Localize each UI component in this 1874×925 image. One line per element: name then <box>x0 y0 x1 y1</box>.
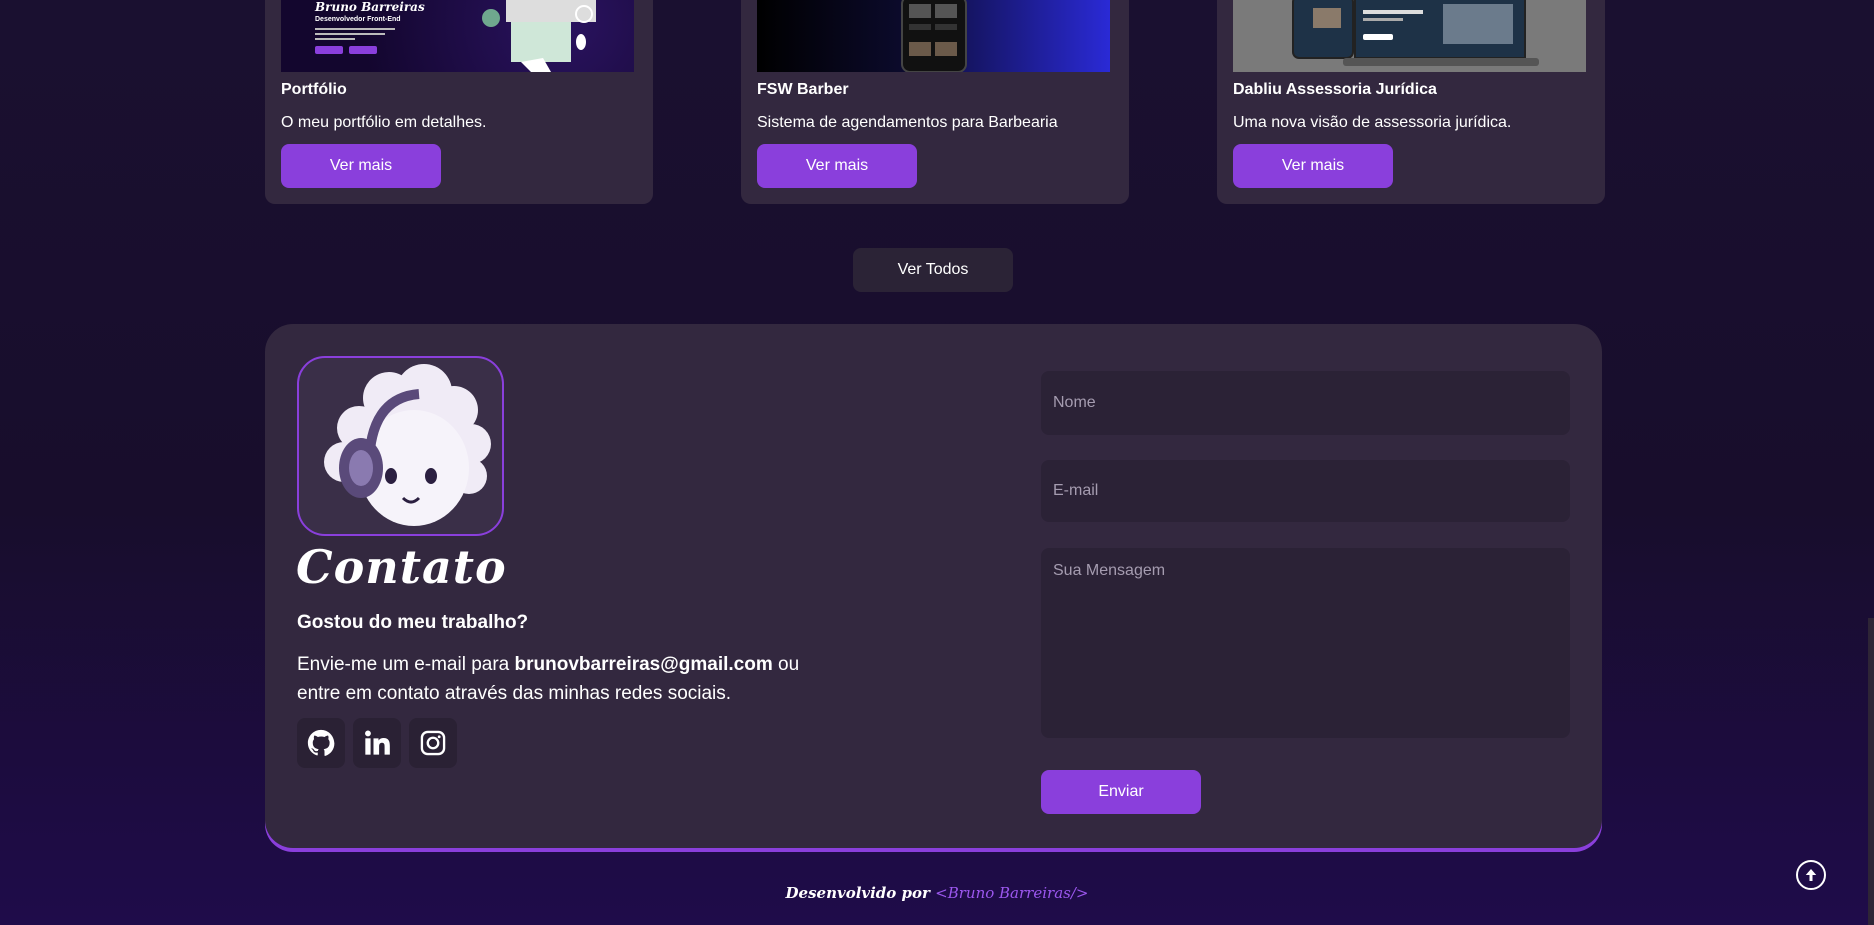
message-field[interactable] <box>1041 548 1570 738</box>
contact-title: Contato <box>296 540 507 594</box>
email-field[interactable] <box>1041 460 1570 522</box>
project-thumbnail <box>1233 0 1586 72</box>
project-thumbnail <box>757 0 1110 72</box>
project-card: Bruno Barreiras Desenvolvedor Front-End … <box>265 0 653 204</box>
scroll-to-top-button[interactable] <box>1796 860 1826 890</box>
linkedin-icon <box>365 730 390 755</box>
project-title: FSW Barber <box>757 81 849 98</box>
contact-email: brunovbarreiras@gmail.com <box>514 654 773 675</box>
project-title: Dabliu Assessoria Jurídica <box>1233 81 1437 98</box>
project-description: Sistema de agendamentos para Barbearia <box>757 114 1058 131</box>
thumb-role: Desenvolvedor Front-End <box>315 16 401 23</box>
scrollbar-thumb[interactable] <box>1868 618 1874 925</box>
project-title: Portfólio <box>281 81 347 98</box>
ver-todos-button[interactable]: Ver Todos <box>853 248 1013 292</box>
project-card: Dabliu Assessoria Jurídica Uma nova visã… <box>1217 0 1605 204</box>
footer-prefix: Desenvolvido por <box>785 884 936 902</box>
avatar <box>297 356 504 536</box>
fsw-barber-preview-image <box>901 0 967 72</box>
project-card: FSW Barber Sistema de agendamentos para … <box>741 0 1129 204</box>
linkedin-link[interactable] <box>353 718 401 768</box>
project-description: Uma nova visão de assessoria jurídica. <box>1233 114 1512 131</box>
footer: Desenvolvido por <Bruno Barreiras/> <box>0 884 1874 902</box>
footer-brand[interactable]: <Bruno Barreiras/> <box>935 884 1088 902</box>
github-icon <box>307 729 335 756</box>
contact-description: Envie-me um e-mail para brunovbarreiras@… <box>297 650 837 708</box>
contact-text-before: Envie-me um e-mail para <box>297 654 515 675</box>
ver-mais-button[interactable]: Ver mais <box>757 144 917 188</box>
arrow-up-icon <box>1805 869 1817 881</box>
avatar-illustration <box>324 364 491 526</box>
github-link[interactable] <box>297 718 345 768</box>
name-field[interactable] <box>1041 371 1570 435</box>
ver-mais-button[interactable]: Ver mais <box>1233 144 1393 188</box>
thumb-name: Bruno Barreiras <box>315 0 425 14</box>
project-thumbnail: Bruno Barreiras Desenvolvedor Front-End <box>281 0 634 72</box>
project-description: O meu portfólio em detalhes. <box>281 114 487 131</box>
contact-subtitle: Gostou do meu trabalho? <box>297 612 529 633</box>
instagram-link[interactable] <box>409 718 457 768</box>
instagram-icon <box>420 730 446 756</box>
dabliu-preview-image <box>1292 0 1539 66</box>
social-links <box>297 718 457 768</box>
projects-section: Bruno Barreiras Desenvolvedor Front-End … <box>265 0 1605 204</box>
contact-section: Contato Gostou do meu trabalho? Envie-me… <box>265 324 1602 848</box>
send-button[interactable]: Enviar <box>1041 770 1201 814</box>
ver-mais-button[interactable]: Ver mais <box>281 144 441 188</box>
